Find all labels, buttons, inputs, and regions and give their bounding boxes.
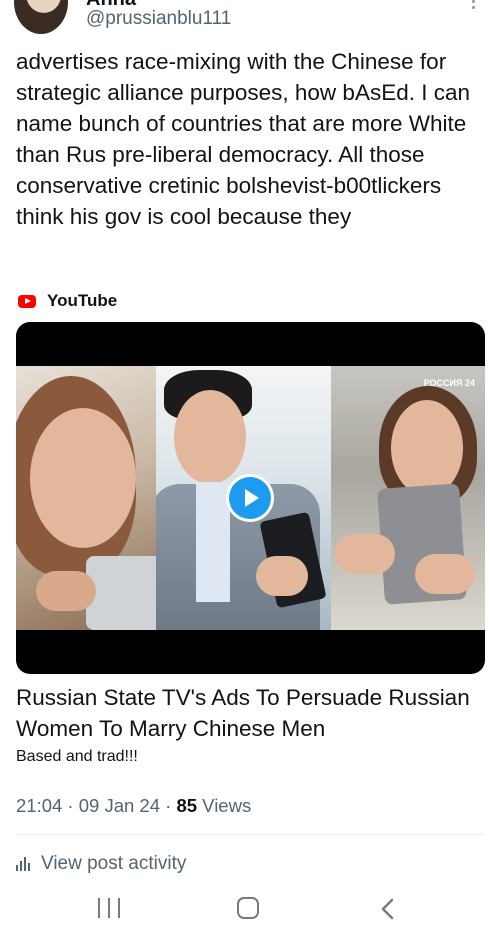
view-activity-label: View post activity — [41, 853, 187, 874]
back-icon[interactable] — [380, 898, 394, 920]
recent-apps-icon[interactable] — [98, 898, 120, 918]
views-count: 85 — [176, 795, 198, 816]
video-description: Based and trad!!! — [16, 748, 138, 765]
divider — [16, 834, 484, 835]
avatar[interactable] — [14, 0, 68, 34]
home-icon[interactable] — [237, 897, 259, 919]
analytics-icon — [16, 857, 32, 871]
play-icon[interactable] — [226, 474, 274, 522]
android-nav-bar — [0, 880, 500, 941]
channel-badge: РОССИЯ 24 — [423, 378, 475, 388]
meta-separator: · — [62, 795, 79, 816]
more-vertical-icon[interactable] — [472, 0, 478, 12]
post-text: advertises race-mixing with the Chinese … — [16, 49, 470, 229]
thumbnail-panel-woman-tablet: РОССИЯ 24 — [331, 366, 485, 630]
post-meta: 21:04 · 09 Jan 24 · 85 Views — [16, 795, 251, 817]
meta-separator: · — [160, 795, 177, 816]
thumbnail-panel-woman — [16, 366, 156, 630]
post-date[interactable]: 09 Jan 24 — [79, 795, 160, 816]
post-header: Anna @prussianblu111 — [0, 0, 500, 40]
embed-source[interactable]: YouTube — [18, 290, 117, 312]
view-activity-link[interactable]: View post activity — [16, 853, 186, 875]
youtube-icon — [18, 294, 36, 308]
embed-source-label: YouTube — [47, 291, 118, 310]
post-time[interactable]: 21:04 — [16, 795, 62, 816]
video-title[interactable]: Russian State TV's Ads To Persuade Russi… — [16, 682, 486, 744]
author-handle[interactable]: @prussianblu111 — [86, 8, 231, 30]
views-label: Views — [197, 795, 252, 816]
video-card[interactable]: РОССИЯ 24 — [16, 322, 485, 674]
